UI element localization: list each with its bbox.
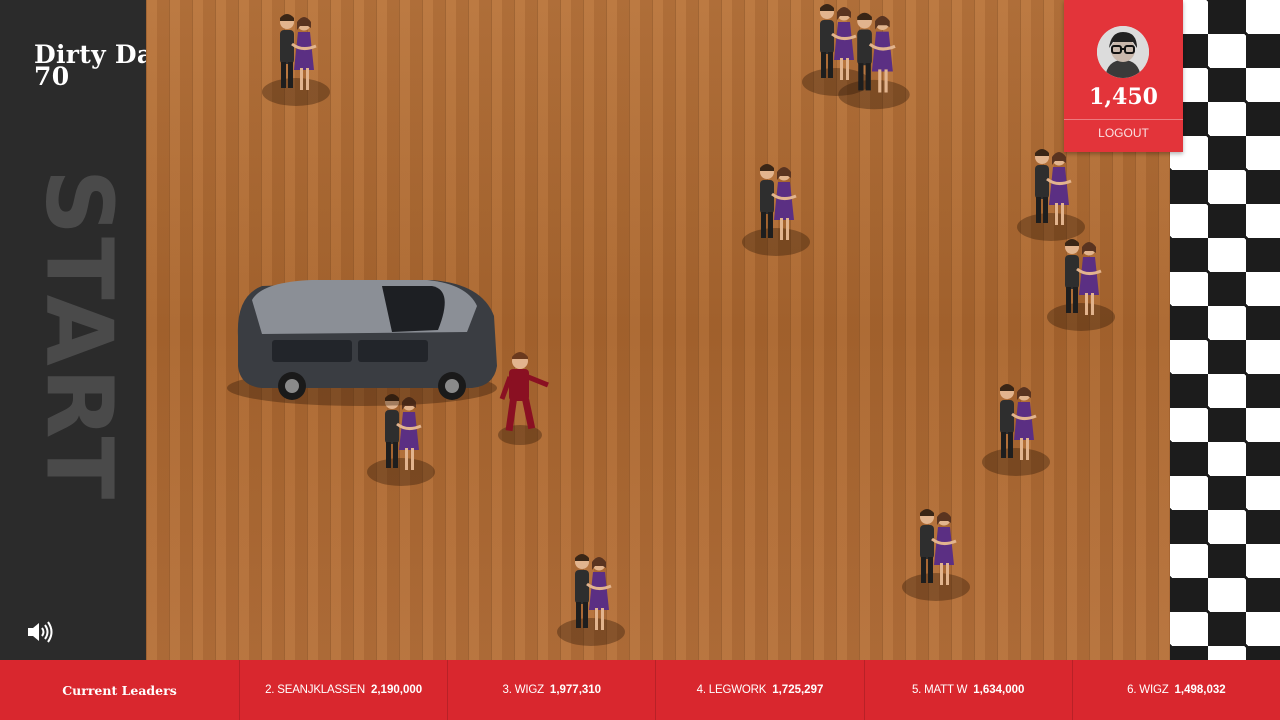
dancing-couple <box>1045 237 1117 333</box>
dance-floor[interactable] <box>146 0 1170 660</box>
leader-score: 1,634,000 <box>973 684 1025 696</box>
logout-button[interactable]: LOGOUT <box>1064 126 1183 140</box>
dancing-couple <box>1015 147 1087 243</box>
leader-name: 5. MATT W <box>911 684 968 696</box>
leader-entry: 3. WIGZ 1,977,310 <box>448 660 657 720</box>
panel-divider <box>1064 119 1183 120</box>
leader-name: 6. WIGZ <box>1127 684 1169 696</box>
player-score: 1,450 <box>1089 84 1158 110</box>
leader-score: 1,498,032 <box>1174 684 1226 696</box>
player-panel: 1,450 LOGOUT <box>1064 0 1183 152</box>
leader-entry: 2. SEANJKLASSEN 2,190,000 <box>240 660 449 720</box>
leader-name: 2. SEANJKLASSEN <box>265 684 365 696</box>
leader-score: 2,190,000 <box>370 684 423 696</box>
user-avatar-icon[interactable] <box>1097 26 1149 78</box>
player-dancer[interactable] <box>498 352 549 445</box>
leader-name: 4. LEGWORK <box>696 684 767 696</box>
dancing-couple <box>365 392 437 488</box>
leader-score: 1,725,297 <box>772 684 824 696</box>
leaders-bar: Current Leaders 2. SEANJKLASSEN 2,190,00… <box>0 660 1280 720</box>
start-label: START <box>25 168 133 502</box>
leaders-title: Current Leaders <box>0 660 240 720</box>
dancing-couple <box>980 382 1052 478</box>
finish-line <box>1170 0 1280 660</box>
dancing-couple <box>260 12 332 108</box>
leader-entry: 5. MATT W 1,634,000 <box>865 660 1073 720</box>
suv-car <box>227 280 497 406</box>
leader-entry: 6. WIGZ 1,498,032 <box>1073 660 1280 720</box>
dancing-couple <box>555 552 627 648</box>
leader-score: 1,977,310 <box>549 684 602 696</box>
left-panel: Dirty Dancers 70 START <box>0 0 231 660</box>
leader-name: 3. WIGZ <box>502 684 545 696</box>
start-zone-label: START <box>24 169 134 502</box>
speaker-volume-icon[interactable] <box>26 620 54 644</box>
leader-entry: 4. LEGWORK 1,725,297 <box>656 660 865 720</box>
dancing-couple <box>900 507 972 603</box>
dancing-couple <box>740 162 812 258</box>
